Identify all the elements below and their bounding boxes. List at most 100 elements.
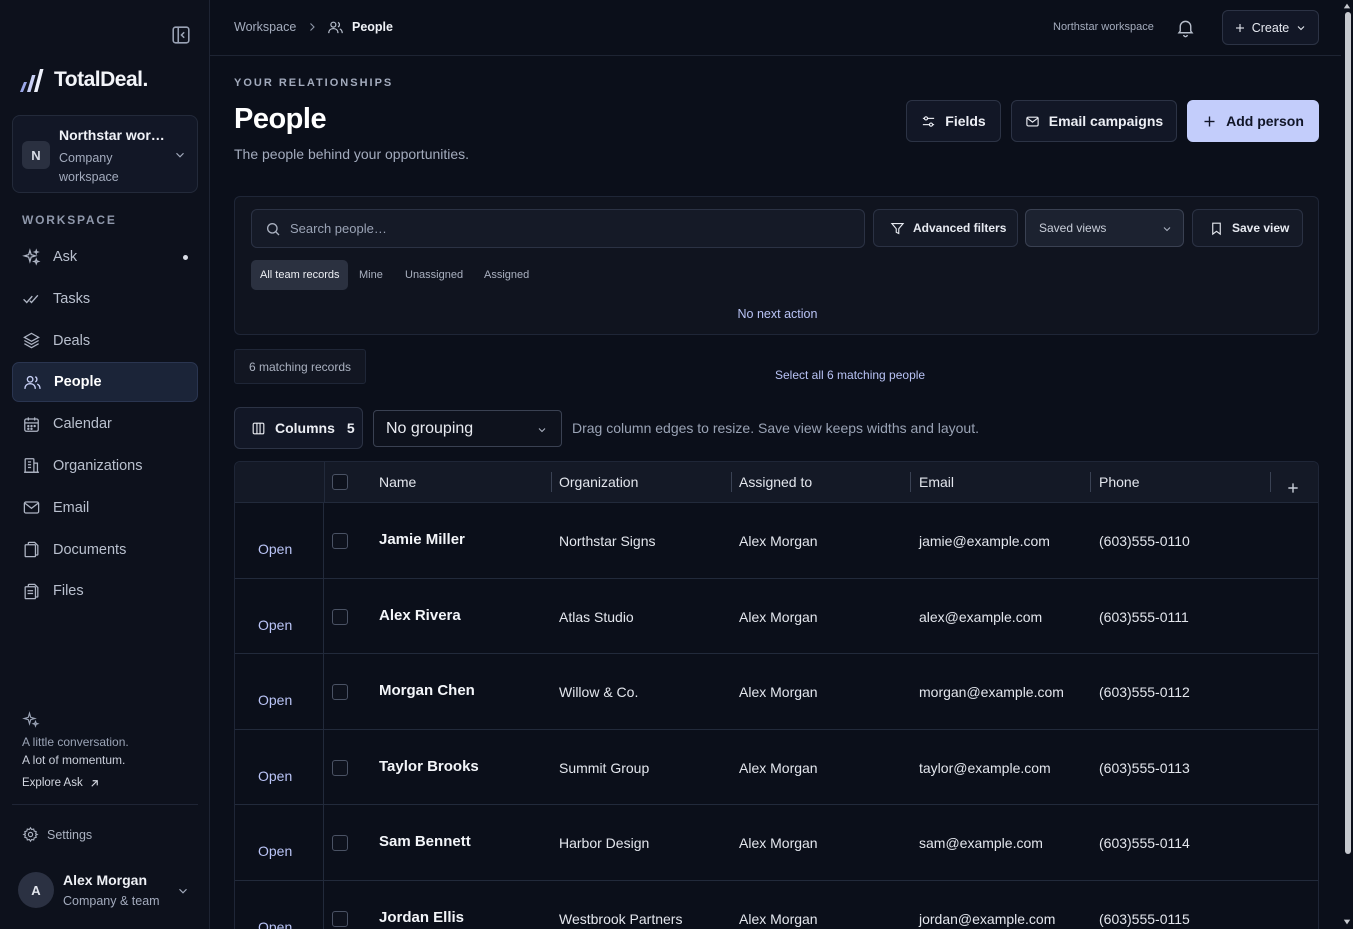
row-action-cell: Open	[235, 880, 324, 929]
cell-name[interactable]: Morgan Chen	[379, 682, 475, 699]
saved-views-select[interactable]: Saved views	[1025, 209, 1184, 247]
segment-all-team-records[interactable]: All team records	[251, 260, 349, 290]
select-all-link[interactable]: Select all 6 matching people	[775, 368, 925, 382]
columns-button[interactable]: Columns 5	[234, 407, 363, 449]
bookmark-icon	[1209, 221, 1224, 236]
sidebar-item-calendar[interactable]: Calendar	[12, 404, 198, 444]
scroll-down-arrow-icon[interactable]	[1343, 918, 1351, 926]
segment-mine[interactable]: Mine	[350, 260, 392, 290]
open-row-link[interactable]: Open	[258, 919, 292, 929]
row-checkbox[interactable]	[332, 910, 348, 927]
workspace-switcher[interactable]: N Northstar wor… Company workspace	[12, 115, 198, 193]
settings-link[interactable]: Settings	[22, 826, 92, 843]
row-action-cell: Open	[235, 729, 324, 804]
grouping-value: No grouping	[386, 419, 474, 437]
column-resize-handle[interactable]	[731, 472, 732, 492]
sidebar-item-email[interactable]: Email	[12, 488, 198, 528]
cell-organization: Willow & Co.	[559, 684, 639, 700]
columns-count: 5	[346, 420, 355, 436]
sidebar-item-files[interactable]: Files	[12, 571, 198, 611]
sidebar-collapse-icon[interactable]	[170, 24, 192, 46]
cell-name[interactable]: Sam Bennett	[379, 833, 471, 850]
fields-button[interactable]: Fields	[906, 100, 1001, 142]
select-all-checkbox[interactable]	[332, 474, 348, 490]
cell-assigned-to: Alex Morgan	[739, 759, 818, 776]
table-row[interactable]: Open Morgan Chen Willow & Co. Alex Morga…	[235, 654, 1318, 730]
table-row[interactable]: Open Taylor Brooks Summit Group Alex Mor…	[235, 729, 1318, 805]
column-header-email[interactable]: Email	[919, 474, 954, 490]
create-button[interactable]: Create	[1222, 10, 1319, 45]
resize-hint: Drag column edges to resize. Save view k…	[572, 420, 979, 436]
cell-email: morgan@example.com	[919, 684, 1064, 700]
table-row[interactable]: Open Alex Rivera Atlas Studio Alex Morga…	[235, 578, 1318, 654]
user-role: Company & team	[63, 894, 160, 908]
sidebar-item-deals[interactable]: Deals	[12, 321, 198, 361]
email-campaigns-button[interactable]: Email campaigns	[1011, 100, 1177, 142]
table-row[interactable]: Open Sam Bennett Harbor Design Alex Morg…	[235, 805, 1318, 881]
open-row-link[interactable]: Open	[258, 843, 292, 859]
cell-assigned-to: Alex Morgan	[739, 910, 818, 927]
layers-icon	[22, 331, 41, 350]
column-resize-handle[interactable]	[1270, 472, 1271, 492]
workspace-name: Northstar wor…	[59, 127, 165, 143]
cell-email: jamie@example.com	[919, 533, 1050, 549]
page-title: People	[234, 103, 327, 135]
column-resize-handle[interactable]	[551, 472, 552, 492]
column-header-assigned-to[interactable]: Assigned to	[739, 474, 812, 490]
save-view-button[interactable]: Save view	[1192, 209, 1303, 247]
no-next-action-filter[interactable]: No next action	[235, 307, 1320, 321]
open-row-link[interactable]: Open	[258, 617, 292, 633]
page-eyebrow: YOUR RELATIONSHIPS	[234, 77, 394, 89]
breadcrumb-root[interactable]: Workspace	[234, 20, 296, 34]
add-person-button[interactable]: Add person	[1187, 100, 1319, 142]
column-header-organization[interactable]: Organization	[559, 474, 638, 490]
plus-icon	[1202, 114, 1217, 129]
add-column-plus-icon[interactable]	[1286, 481, 1300, 495]
breadcrumb-current: People	[352, 20, 393, 34]
user-name: Alex Morgan	[63, 872, 148, 888]
cell-name[interactable]: Alex Rivera	[379, 607, 461, 624]
segment-assigned[interactable]: Assigned	[475, 260, 538, 290]
segment-unassigned[interactable]: Unassigned	[396, 260, 472, 290]
column-resize-handle[interactable]	[1090, 472, 1091, 492]
row-action-cell: Open	[235, 578, 324, 653]
avatar: A	[18, 872, 54, 908]
table-row[interactable]: Open Jamie Miller Northstar Signs Alex M…	[235, 503, 1318, 579]
cell-name[interactable]: Jamie Miller	[379, 531, 465, 548]
column-resize-handle[interactable]	[910, 472, 911, 492]
cell-phone: (603)555-0115	[1099, 910, 1190, 927]
advanced-filters-button[interactable]: Advanced filters	[873, 209, 1018, 247]
explore-ask-link[interactable]: Explore Ask	[22, 777, 100, 789]
brand-logo[interactable]: TotalDeal.	[18, 66, 148, 94]
column-header-name[interactable]: Name	[379, 474, 416, 490]
cell-name[interactable]: Taylor Brooks	[379, 758, 479, 775]
bell-icon[interactable]	[1175, 17, 1196, 38]
sidebar-item-organizations[interactable]: Organizations	[12, 446, 198, 486]
sidebar-item-documents[interactable]: Documents	[12, 530, 198, 570]
scrollbar-thumb[interactable]	[1345, 12, 1351, 854]
saved-views-label: Saved views	[1039, 221, 1107, 235]
grouping-select[interactable]: No grouping	[373, 410, 562, 447]
row-checkbox[interactable]	[332, 533, 348, 549]
row-checkbox[interactable]	[332, 684, 348, 700]
filter-panel: Advanced filters Saved views Save view A…	[234, 196, 1319, 335]
sidebar-item-label: Deals	[53, 332, 91, 349]
sidebar-item-ask[interactable]: Ask	[12, 237, 198, 277]
user-menu[interactable]: A Alex Morgan Company & team	[18, 870, 198, 912]
open-row-link[interactable]: Open	[258, 692, 292, 708]
row-checkbox[interactable]	[332, 759, 348, 776]
people-table: Name Organization Assigned to Email Phon…	[234, 461, 1319, 929]
open-row-link[interactable]: Open	[258, 541, 292, 557]
cell-email: sam@example.com	[919, 835, 1043, 851]
table-row[interactable]: Open Jordan Ellis Westbrook Partners Ale…	[235, 880, 1318, 929]
scroll-up-arrow-icon[interactable]	[1343, 2, 1351, 10]
sidebar-item-label: People	[54, 374, 102, 391]
cell-name[interactable]: Jordan Ellis	[379, 909, 464, 926]
open-row-link[interactable]: Open	[258, 768, 292, 784]
search-input[interactable]	[290, 210, 850, 247]
sidebar-item-people[interactable]: People	[12, 362, 198, 403]
row-checkbox[interactable]	[332, 835, 348, 851]
column-header-phone[interactable]: Phone	[1099, 474, 1139, 490]
sidebar-item-tasks[interactable]: Tasks	[12, 279, 198, 319]
row-checkbox[interactable]	[332, 608, 348, 625]
